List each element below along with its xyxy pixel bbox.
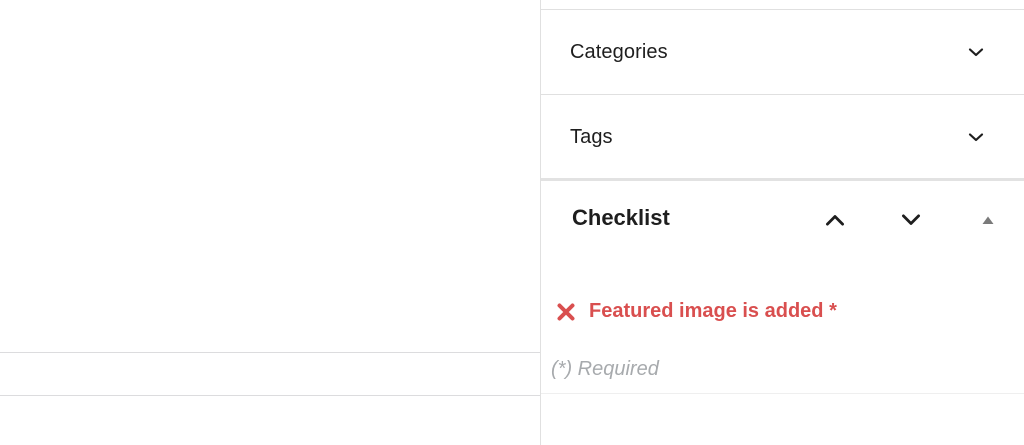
- move-down-button[interactable]: [894, 203, 928, 237]
- block-editor: Categories Tags Checklist Featured image…: [0, 0, 1024, 445]
- required-note: (*) Required: [551, 358, 659, 380]
- chevron-down-icon: [968, 48, 984, 57]
- move-up-button[interactable]: [818, 203, 852, 237]
- editor-canvas[interactable]: [0, 0, 540, 445]
- checklist-item: Featured image is added *: [555, 300, 837, 323]
- triangle-up-icon: [982, 216, 994, 224]
- chevron-down-icon: [902, 214, 920, 225]
- settings-sidebar: Categories Tags Checklist Featured image…: [540, 0, 1024, 445]
- checklist-item-label: Featured image is added *: [589, 300, 837, 322]
- tags-panel-toggle[interactable]: Tags: [541, 95, 1024, 179]
- editor-divider: [0, 352, 540, 353]
- collapse-panel-button[interactable]: [971, 203, 1005, 237]
- editor-divider: [0, 395, 540, 396]
- tags-panel-title: Tags: [570, 125, 613, 148]
- chevron-down-icon: [968, 133, 984, 142]
- categories-panel-title: Categories: [570, 40, 668, 63]
- x-icon: [557, 303, 575, 320]
- panel-divider: [541, 393, 1024, 394]
- categories-panel-toggle[interactable]: Categories: [541, 10, 1024, 94]
- checklist-panel-title: Checklist: [572, 205, 670, 230]
- panel-divider: [541, 178, 1024, 181]
- chevron-up-icon: [826, 215, 844, 226]
